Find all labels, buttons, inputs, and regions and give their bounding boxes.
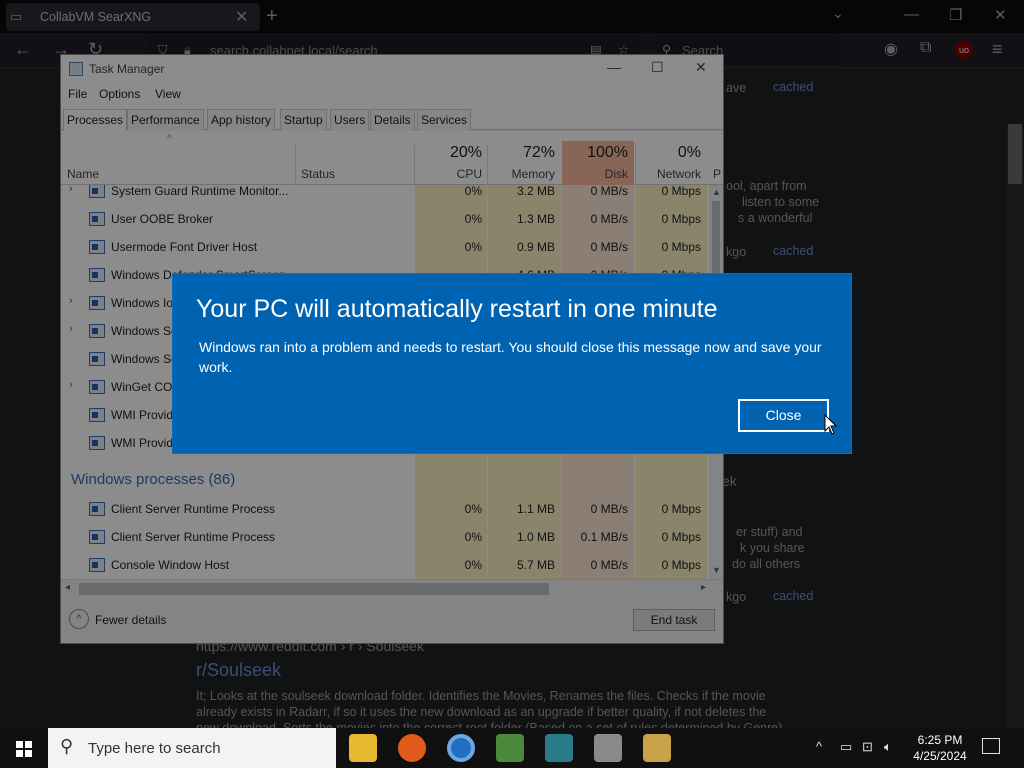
close-button[interactable]: Close (738, 399, 829, 432)
clock[interactable]: 6:25 PM 4/25/2024 (906, 732, 974, 764)
notification-center-icon[interactable] (982, 738, 1000, 754)
desktop: ▭ CollabVM SearXNG ✕ + ⌄ — ❐ ✕ ← → ↻ ⛉ 🔒… (0, 0, 1024, 768)
mouse-cursor-icon (824, 414, 838, 435)
clock-date: 4/25/2024 (913, 749, 967, 763)
app-icon[interactable] (545, 734, 573, 762)
network-icon[interactable]: ⊡ (862, 739, 873, 755)
search-icon: ⚲ (60, 736, 74, 756)
dialog-message: Windows ran into a problem and needs to … (199, 339, 822, 375)
taskbar: ⚲ Type here to search ^ ▭ ⊡ 🔈︎ 6:25 PM 4… (0, 728, 1024, 768)
clock-time: 6:25 PM (917, 733, 963, 747)
device-icon[interactable]: ▭ (840, 739, 852, 755)
taskbar-search-placeholder: Type here to search (88, 740, 221, 757)
file-explorer-icon[interactable] (349, 734, 377, 762)
firefox-icon[interactable] (398, 734, 426, 762)
store-icon[interactable] (496, 734, 524, 762)
start-button[interactable] (0, 728, 48, 768)
taskbar-search-box[interactable]: ⚲ Type here to search (48, 728, 336, 768)
volume-muted-icon[interactable]: 🔈︎ (884, 739, 892, 755)
app-icon[interactable] (643, 734, 671, 762)
app-icon[interactable] (594, 734, 622, 762)
chevron-up-icon[interactable]: ^ (816, 739, 822, 754)
restart-notification-dialog: Your PC will automatically restart in on… (172, 273, 852, 454)
dialog-title: Your PC will automatically restart in on… (196, 295, 718, 323)
chromium-icon[interactable] (447, 734, 475, 762)
windows-logo-icon (16, 741, 32, 757)
